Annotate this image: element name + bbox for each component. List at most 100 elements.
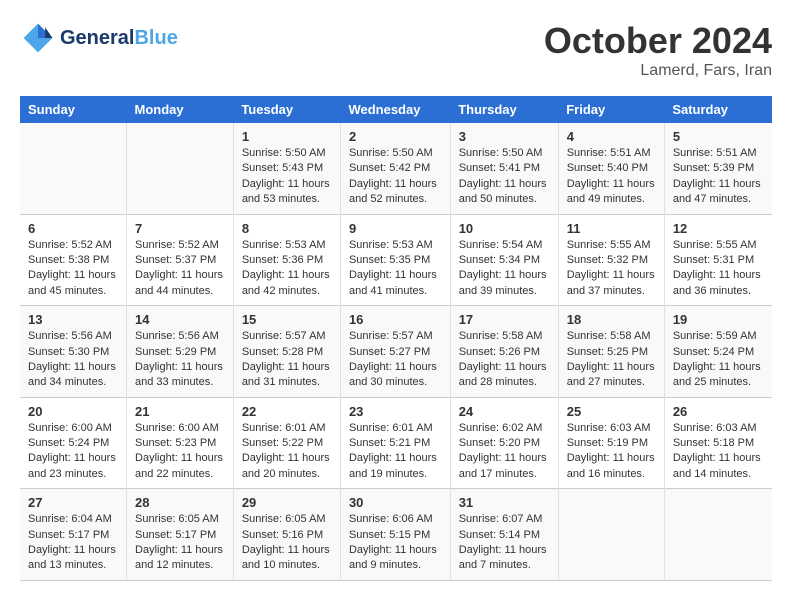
day-number: 23 bbox=[349, 404, 442, 419]
day-number: 17 bbox=[459, 312, 550, 327]
calendar-week-row: 27Sunrise: 6:04 AM Sunset: 5:17 PM Dayli… bbox=[20, 489, 772, 581]
calendar-cell bbox=[664, 489, 772, 581]
weekday-header: Friday bbox=[558, 96, 664, 123]
day-info: Sunrise: 6:03 AM Sunset: 5:19 PM Dayligh… bbox=[567, 421, 656, 483]
day-number: 8 bbox=[242, 221, 332, 236]
calendar-cell: 30Sunrise: 6:06 AM Sunset: 5:15 PM Dayli… bbox=[340, 489, 450, 581]
day-number: 30 bbox=[349, 495, 442, 510]
calendar-cell: 21Sunrise: 6:00 AM Sunset: 5:23 PM Dayli… bbox=[127, 397, 234, 489]
day-info: Sunrise: 5:57 AM Sunset: 5:28 PM Dayligh… bbox=[242, 329, 332, 391]
calendar-cell: 9 Sunrise: 5:53 AM Sunset: 5:35 PM Daylig… bbox=[340, 214, 450, 306]
calendar-cell: 20Sunrise: 6:00 AM Sunset: 5:24 PM Dayli… bbox=[20, 397, 127, 489]
calendar-cell: 3 Sunrise: 5:50 AM Sunset: 5:41 PM Daylig… bbox=[450, 123, 558, 214]
weekday-header: Monday bbox=[127, 96, 234, 123]
calendar-cell: 16Sunrise: 5:57 AM Sunset: 5:27 PM Dayli… bbox=[340, 306, 450, 398]
title-section: October 2024 Lamerd, Fars, Iran bbox=[544, 20, 772, 80]
logo: GeneralBlue bbox=[20, 20, 178, 56]
day-number: 9 bbox=[349, 221, 442, 236]
day-number: 14 bbox=[135, 312, 225, 327]
day-info: Sunrise: 6:04 AM Sunset: 5:17 PM Dayligh… bbox=[28, 512, 118, 574]
calendar-week-row: 6 Sunrise: 5:52 AM Sunset: 5:38 PM Daylig… bbox=[20, 214, 772, 306]
calendar-week-row: 13Sunrise: 5:56 AM Sunset: 5:30 PM Dayli… bbox=[20, 306, 772, 398]
day-info: Sunrise: 6:03 AM Sunset: 5:18 PM Dayligh… bbox=[673, 421, 764, 483]
calendar-cell: 27Sunrise: 6:04 AM Sunset: 5:17 PM Dayli… bbox=[20, 489, 127, 581]
weekday-header: Wednesday bbox=[340, 96, 450, 123]
calendar-cell: 11 Sunrise: 5:55 AM Sunset: 5:32 PM Dayli… bbox=[558, 214, 664, 306]
calendar-cell: 29 Sunrise: 6:05 AM Sunset: 5:16 PM Dayli… bbox=[233, 489, 340, 581]
day-info: Sunrise: 6:05 AM Sunset: 5:17 PM Dayligh… bbox=[135, 512, 225, 574]
day-number: 6 bbox=[28, 221, 118, 236]
day-info: Sunrise: 5:58 AM Sunset: 5:26 PM Dayligh… bbox=[459, 329, 550, 391]
day-number: 11 bbox=[567, 221, 656, 236]
calendar-cell: 4Sunrise: 5:51 AM Sunset: 5:40 PM Daylig… bbox=[558, 123, 664, 214]
day-number: 1 bbox=[242, 129, 332, 144]
day-info: Sunrise: 5:55 AM Sunset: 5:32 PM Dayligh… bbox=[567, 238, 656, 300]
day-info: Sunrise: 5:53 AM Sunset: 5:35 PM Dayligh… bbox=[349, 238, 442, 300]
calendar-cell: 17 Sunrise: 5:58 AM Sunset: 5:26 PM Dayli… bbox=[450, 306, 558, 398]
day-number: 20 bbox=[28, 404, 118, 419]
calendar-cell: 26Sunrise: 6:03 AM Sunset: 5:18 PM Dayli… bbox=[664, 397, 772, 489]
calendar-cell: 5 Sunrise: 5:51 AM Sunset: 5:39 PM Daylig… bbox=[664, 123, 772, 214]
calendar-cell: 28Sunrise: 6:05 AM Sunset: 5:17 PM Dayli… bbox=[127, 489, 234, 581]
calendar-cell bbox=[127, 123, 234, 214]
calendar-cell bbox=[558, 489, 664, 581]
weekday-header: Tuesday bbox=[233, 96, 340, 123]
weekday-header: Sunday bbox=[20, 96, 127, 123]
calendar-week-row: 20Sunrise: 6:00 AM Sunset: 5:24 PM Dayli… bbox=[20, 397, 772, 489]
day-info: Sunrise: 6:05 AM Sunset: 5:16 PM Dayligh… bbox=[242, 512, 332, 574]
calendar-cell: 8 Sunrise: 5:53 AM Sunset: 5:36 PM Daylig… bbox=[233, 214, 340, 306]
calendar-cell bbox=[20, 123, 127, 214]
calendar-cell: 1 Sunrise: 5:50 AM Sunset: 5:43 PM Daylig… bbox=[233, 123, 340, 214]
day-info: Sunrise: 5:53 AM Sunset: 5:36 PM Dayligh… bbox=[242, 238, 332, 300]
calendar-cell: 19 Sunrise: 5:59 AM Sunset: 5:24 PM Dayli… bbox=[664, 306, 772, 398]
location-subtitle: Lamerd, Fars, Iran bbox=[544, 62, 772, 80]
day-info: Sunrise: 5:50 AM Sunset: 5:43 PM Dayligh… bbox=[242, 146, 332, 208]
calendar-cell: 14 Sunrise: 5:56 AM Sunset: 5:29 PM Dayli… bbox=[127, 306, 234, 398]
calendar-cell: 2 Sunrise: 5:50 AM Sunset: 5:42 PM Daylig… bbox=[340, 123, 450, 214]
day-info: Sunrise: 5:50 AM Sunset: 5:41 PM Dayligh… bbox=[459, 146, 550, 208]
weekday-header: Thursday bbox=[450, 96, 558, 123]
page-header: GeneralBlue October 2024 Lamerd, Fars, I… bbox=[20, 20, 772, 80]
calendar-cell: 25 Sunrise: 6:03 AM Sunset: 5:19 PM Dayli… bbox=[558, 397, 664, 489]
calendar-cell: 18Sunrise: 5:58 AM Sunset: 5:25 PM Dayli… bbox=[558, 306, 664, 398]
month-title: October 2024 bbox=[544, 20, 772, 62]
header-row: SundayMondayTuesdayWednesdayThursdayFrid… bbox=[20, 96, 772, 123]
day-info: Sunrise: 5:55 AM Sunset: 5:31 PM Dayligh… bbox=[673, 238, 764, 300]
day-number: 22 bbox=[242, 404, 332, 419]
day-info: Sunrise: 5:56 AM Sunset: 5:30 PM Dayligh… bbox=[28, 329, 118, 391]
calendar-cell: 15Sunrise: 5:57 AM Sunset: 5:28 PM Dayli… bbox=[233, 306, 340, 398]
day-info: Sunrise: 5:52 AM Sunset: 5:38 PM Dayligh… bbox=[28, 238, 118, 300]
day-info: Sunrise: 6:01 AM Sunset: 5:21 PM Dayligh… bbox=[349, 421, 442, 483]
day-info: Sunrise: 6:07 AM Sunset: 5:14 PM Dayligh… bbox=[459, 512, 550, 574]
calendar-cell: 6 Sunrise: 5:52 AM Sunset: 5:38 PM Daylig… bbox=[20, 214, 127, 306]
day-info: Sunrise: 5:56 AM Sunset: 5:29 PM Dayligh… bbox=[135, 329, 225, 391]
day-info: Sunrise: 5:51 AM Sunset: 5:39 PM Dayligh… bbox=[673, 146, 764, 208]
day-info: Sunrise: 6:02 AM Sunset: 5:20 PM Dayligh… bbox=[459, 421, 550, 483]
calendar-cell: 22 Sunrise: 6:01 AM Sunset: 5:22 PM Dayli… bbox=[233, 397, 340, 489]
logo-text: GeneralBlue bbox=[60, 27, 178, 50]
day-info: Sunrise: 5:59 AM Sunset: 5:24 PM Dayligh… bbox=[673, 329, 764, 391]
calendar-cell: 13Sunrise: 5:56 AM Sunset: 5:30 PM Dayli… bbox=[20, 306, 127, 398]
calendar-cell: 12 Sunrise: 5:55 AM Sunset: 5:31 PM Dayli… bbox=[664, 214, 772, 306]
day-number: 19 bbox=[673, 312, 764, 327]
day-number: 25 bbox=[567, 404, 656, 419]
logo-icon bbox=[20, 20, 56, 56]
day-info: Sunrise: 6:01 AM Sunset: 5:22 PM Dayligh… bbox=[242, 421, 332, 483]
weekday-header: Saturday bbox=[664, 96, 772, 123]
day-number: 5 bbox=[673, 129, 764, 144]
calendar-cell: 31 Sunrise: 6:07 AM Sunset: 5:14 PM Dayli… bbox=[450, 489, 558, 581]
calendar-table: SundayMondayTuesdayWednesdayThursdayFrid… bbox=[20, 96, 772, 581]
calendar-week-row: 1 Sunrise: 5:50 AM Sunset: 5:43 PM Daylig… bbox=[20, 123, 772, 214]
day-number: 4 bbox=[567, 129, 656, 144]
day-number: 10 bbox=[459, 221, 550, 236]
day-number: 2 bbox=[349, 129, 442, 144]
day-info: Sunrise: 5:58 AM Sunset: 5:25 PM Dayligh… bbox=[567, 329, 656, 391]
calendar-cell: 24Sunrise: 6:02 AM Sunset: 5:20 PM Dayli… bbox=[450, 397, 558, 489]
calendar-cell: 7Sunrise: 5:52 AM Sunset: 5:37 PM Daylig… bbox=[127, 214, 234, 306]
day-number: 12 bbox=[673, 221, 764, 236]
day-number: 29 bbox=[242, 495, 332, 510]
day-info: Sunrise: 5:50 AM Sunset: 5:42 PM Dayligh… bbox=[349, 146, 442, 208]
day-number: 3 bbox=[459, 129, 550, 144]
day-number: 31 bbox=[459, 495, 550, 510]
day-info: Sunrise: 6:00 AM Sunset: 5:23 PM Dayligh… bbox=[135, 421, 225, 483]
